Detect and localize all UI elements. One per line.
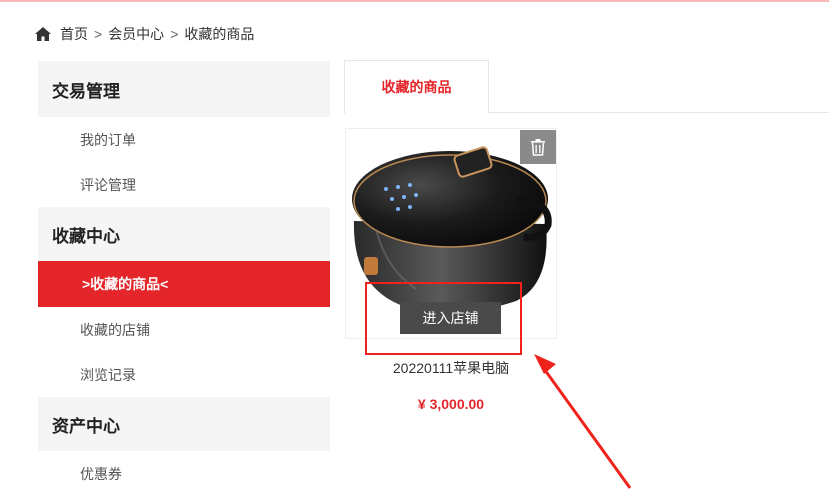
delete-button[interactable] bbox=[520, 130, 556, 164]
sidebar-item-review-management[interactable]: 评论管理 bbox=[38, 162, 330, 207]
product-price: ¥ 3,000.00 bbox=[417, 396, 485, 412]
top-divider bbox=[0, 0, 829, 2]
breadcrumb-home[interactable]: 首页 bbox=[60, 24, 88, 44]
sidebar-item-favorite-products[interactable]: >收藏的商品< bbox=[38, 261, 330, 307]
breadcrumb-separator: > bbox=[94, 26, 103, 42]
annotation-highlight-box bbox=[365, 282, 522, 355]
sidebar-item-favorite-shops[interactable]: 收藏的店铺 bbox=[38, 307, 330, 352]
sidebar-item-my-orders[interactable]: 我的订单 bbox=[38, 117, 330, 162]
trash-icon bbox=[531, 139, 545, 156]
sidebar-item-coupons[interactable]: 优惠券 bbox=[38, 451, 330, 496]
breadcrumb: 首页 > 会员中心 > 收藏的商品 bbox=[34, 24, 254, 44]
product-name[interactable]: 20220111苹果电脑 bbox=[345, 358, 557, 378]
sidebar-group-title: 收藏中心 bbox=[38, 207, 330, 261]
breadcrumb-member-center[interactable]: 会员中心 bbox=[108, 24, 164, 44]
tab-bar: 收藏的商品 bbox=[344, 60, 829, 114]
breadcrumb-separator: > bbox=[170, 26, 179, 42]
sidebar-group-title: 交易管理 bbox=[38, 61, 330, 117]
sidebar: 交易管理 我的订单 评论管理 收藏中心 >收藏的商品< 收藏的店铺 浏览记录 资… bbox=[38, 61, 330, 504]
sidebar-group-title: 资产中心 bbox=[38, 397, 330, 451]
sidebar-item-browsing-history[interactable]: 浏览记录 bbox=[38, 352, 330, 397]
home-icon[interactable] bbox=[34, 26, 52, 42]
annotation-arrow bbox=[534, 354, 632, 489]
tab-favorite-products[interactable]: 收藏的商品 bbox=[344, 60, 489, 114]
breadcrumb-current: 收藏的商品 bbox=[184, 26, 255, 42]
